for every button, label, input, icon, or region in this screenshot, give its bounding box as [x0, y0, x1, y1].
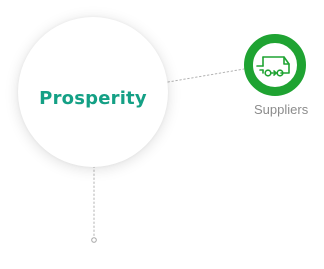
- connector-dot-bottom: [91, 237, 97, 243]
- delivery-truck-icon: [256, 56, 290, 77]
- diagram-canvas: Prosperity Suppliers: [0, 0, 324, 269]
- hub-title: Prosperity: [39, 88, 147, 109]
- suppliers-label: Suppliers: [254, 102, 309, 117]
- connector-to-suppliers: [167, 68, 245, 83]
